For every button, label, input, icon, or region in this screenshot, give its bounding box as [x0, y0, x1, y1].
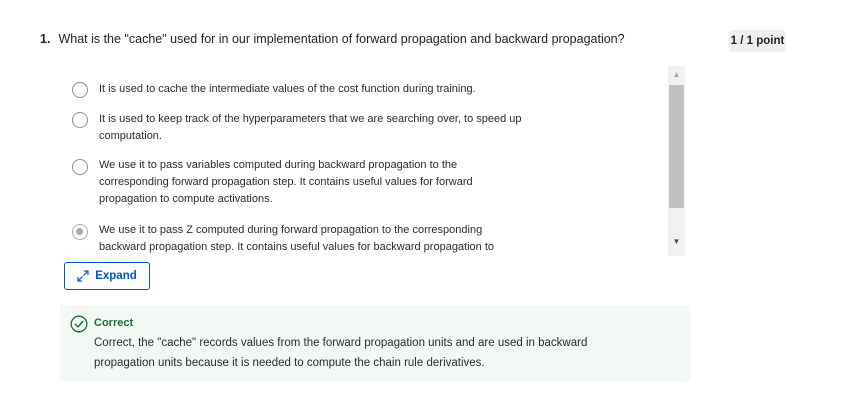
option-text: It is used to keep track of the hyperpar… — [99, 113, 522, 142]
expand-label: Expand — [95, 270, 137, 282]
check-circle-icon — [70, 315, 88, 333]
scroll-down-arrow-icon[interactable]: ▼ — [668, 233, 685, 250]
option-text: It is used to cache the intermediate val… — [99, 83, 476, 95]
option-text: We use it to pass variables computed dur… — [99, 159, 473, 205]
option-text: We use it to pass Z computed during forw… — [99, 224, 495, 253]
feedback-explanation: Correct, the "cache" records values from… — [94, 337, 588, 369]
expand-arrows-icon — [77, 270, 89, 282]
points-badge: 1 / 1 point — [729, 30, 786, 52]
feedback-status: Correct — [94, 317, 134, 329]
answer-options-list[interactable]: It is used to cache the intermediate val… — [60, 70, 660, 256]
feedback-panel: Correct Correct, the "cache" records val… — [60, 305, 690, 381]
question-number: 1. — [40, 32, 51, 46]
radio-button[interactable] — [72, 82, 88, 98]
radio-button-selected[interactable] — [72, 224, 88, 240]
radio-button[interactable] — [72, 159, 88, 175]
radio-button[interactable] — [72, 112, 88, 128]
expand-button[interactable]: Expand — [64, 262, 150, 290]
options-scrollbar[interactable]: ▲ ▼ — [668, 66, 685, 256]
scrollbar-thumb[interactable] — [669, 85, 684, 208]
scroll-up-arrow-icon[interactable]: ▲ — [668, 66, 685, 83]
question-prompt: 1. What is the "cache" used for in our im… — [40, 32, 625, 46]
question-text: What is the "cache" used for in our impl… — [58, 32, 625, 46]
